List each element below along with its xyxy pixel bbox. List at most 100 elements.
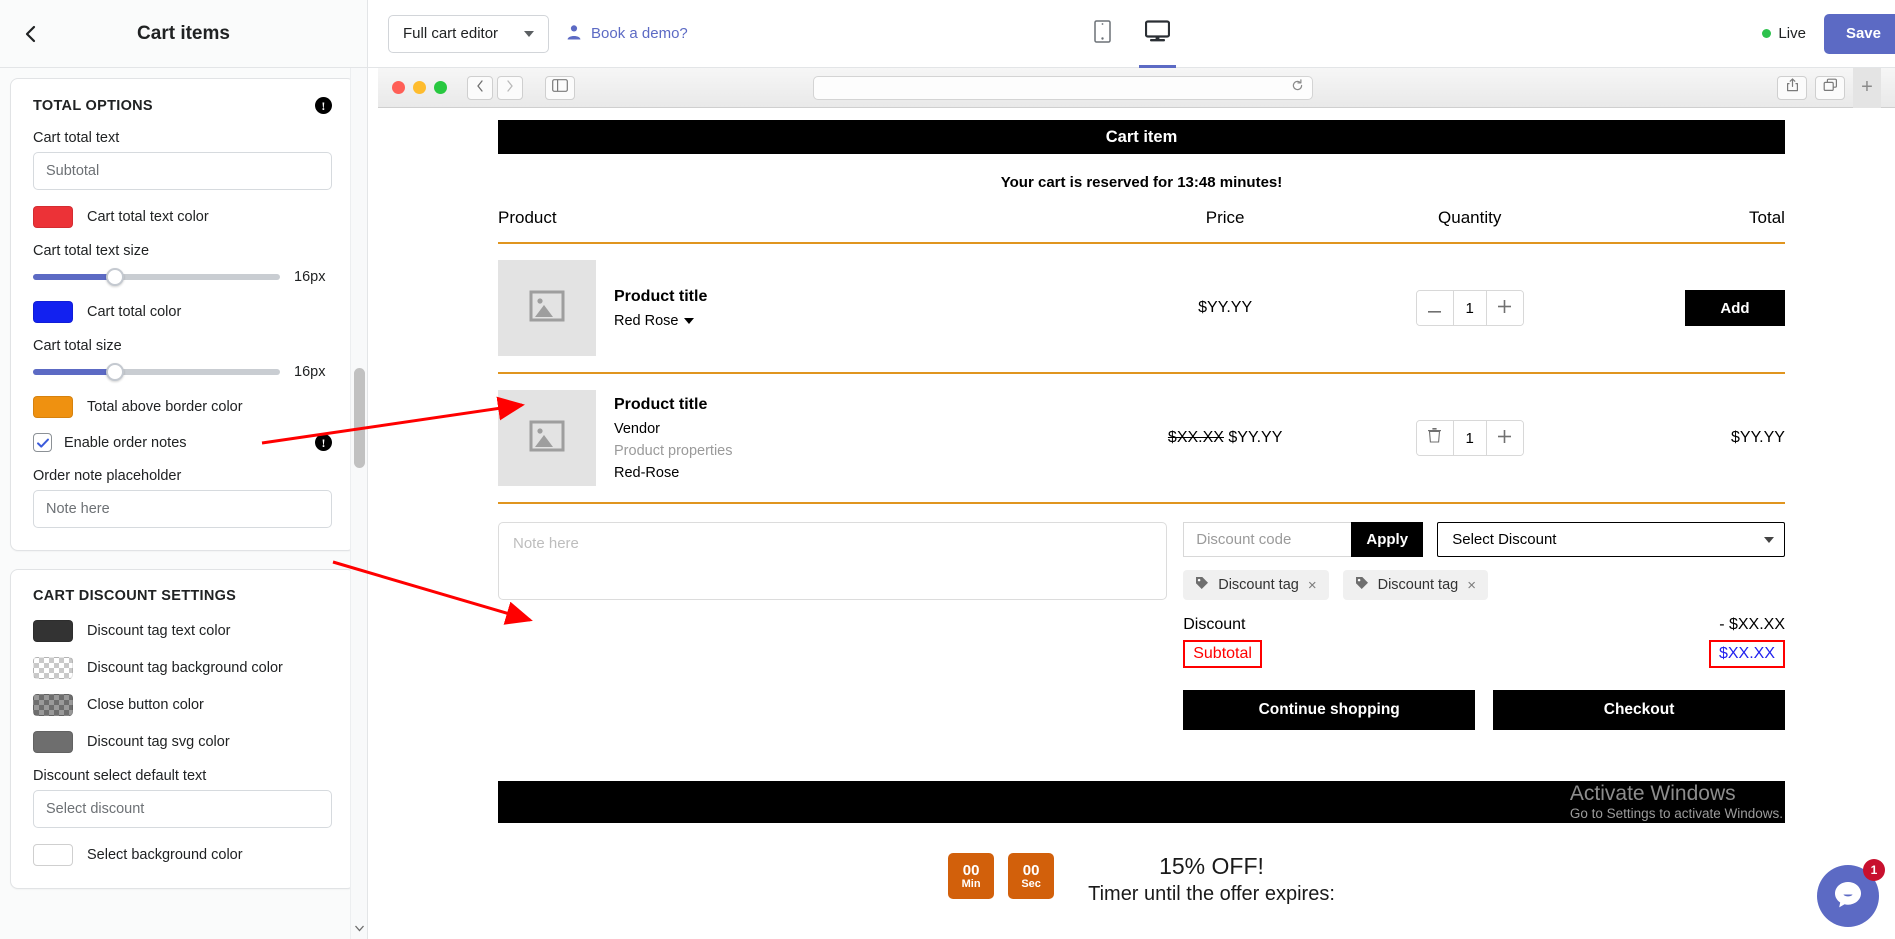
close-button-color-swatch[interactable] (33, 694, 73, 716)
cart-discount-settings-title: CART DISCOUNT SETTINGS (33, 588, 332, 604)
cart-total-text-size-value: 16px (294, 269, 326, 285)
select-background-color-row[interactable]: Select background color (33, 844, 332, 866)
table-row: Product title Red Rose $YY.YY 1 Add (498, 244, 1785, 374)
cart-total-size-slider[interactable] (33, 363, 280, 381)
discount-summary-label: Discount (1183, 616, 1246, 633)
cart-total-text-size-slider[interactable] (33, 268, 280, 286)
discount-select-default-text-input[interactable]: Select discount (33, 790, 332, 828)
remove-item-button[interactable] (1416, 421, 1453, 455)
order-note-placeholder-input[interactable]: Note here (33, 490, 332, 528)
quantity-plus-button[interactable] (1486, 291, 1523, 325)
discount-select-default-text-label: Discount select default text (33, 768, 207, 784)
subtotal-label: Subtotal (1183, 640, 1262, 668)
row-product-cell: Product title Red Rose (498, 260, 1090, 356)
discount-tag-background-color-row[interactable]: Discount tag background color (33, 657, 332, 679)
back-button[interactable] (8, 12, 52, 56)
cart-total-text-color-swatch[interactable] (33, 206, 73, 228)
plus-icon: + (1861, 76, 1873, 98)
offer-subtext: Timer until the offer expires: (1088, 883, 1335, 905)
discount-tag-svg-color-swatch[interactable] (33, 731, 73, 753)
chevron-left-icon (476, 79, 484, 97)
checkout-button[interactable]: Checkout (1493, 690, 1786, 730)
enable-order-notes-info-icon[interactable]: ! (315, 434, 332, 451)
close-icon[interactable]: × (1467, 577, 1476, 594)
select-background-color-swatch[interactable] (33, 844, 73, 866)
desktop-icon (1144, 19, 1170, 48)
sidebar-scroll-area: TOTAL OPTIONS ! Cart total text Subtotal… (0, 68, 367, 939)
product-vendor: Vendor (614, 420, 660, 437)
check-icon (37, 438, 49, 448)
close-icon[interactable]: × (1308, 577, 1317, 594)
column-header-price: Price (1205, 208, 1245, 227)
quantity-value[interactable]: 1 (1452, 291, 1487, 325)
image-placeholder-icon (529, 418, 565, 459)
discount-tag-label: Discount tag (1377, 577, 1459, 593)
quantity-plus-button[interactable] (1486, 421, 1523, 455)
browser-sidebar-toggle-button[interactable] (545, 75, 575, 100)
browser-new-tab-button[interactable]: + (1853, 68, 1881, 108)
total-above-border-color-swatch[interactable] (33, 396, 73, 418)
device-desktop-button[interactable] (1138, 0, 1176, 68)
enable-order-notes-checkbox[interactable] (33, 433, 52, 452)
discount-tag-svg-color-row[interactable]: Discount tag svg color (33, 731, 332, 753)
row-total: $YY.YY (1731, 429, 1785, 446)
quantity-value[interactable]: 1 (1452, 421, 1487, 455)
select-discount-dropdown[interactable]: Select Discount (1437, 522, 1785, 557)
continue-shopping-button[interactable]: Continue shopping (1183, 690, 1476, 730)
discount-tag-text-color-row[interactable]: Discount tag text color (33, 620, 332, 642)
minimize-window-dot-icon[interactable] (413, 81, 426, 94)
countdown-minutes: 00 Min (948, 853, 995, 899)
browser-share-button[interactable] (1777, 75, 1807, 100)
browser-url-bar[interactable] (813, 75, 1313, 100)
cart-total-text-color-row[interactable]: Cart total text color (33, 206, 332, 228)
browser-chrome-bar: + (378, 68, 1895, 108)
cart-total-text-label: Cart total text (33, 130, 120, 146)
cart-discount-settings-title-text: CART DISCOUNT SETTINGS (33, 588, 237, 604)
add-button[interactable]: Add (1684, 290, 1785, 326)
chevron-left-icon (23, 24, 37, 44)
editor-topbar: Full cart editor Book a demo? Live Save (368, 0, 1895, 68)
scroll-down-arrow-icon[interactable] (351, 920, 368, 937)
cart-total-color-row[interactable]: Cart total color (33, 301, 332, 323)
order-note-placeholder-label: Order note placeholder (33, 468, 182, 484)
close-window-dot-icon[interactable] (392, 81, 405, 94)
order-note-textarea[interactable]: Note here (498, 522, 1168, 600)
apply-discount-button[interactable]: Apply (1351, 522, 1424, 557)
device-toggle-group (1088, 0, 1176, 68)
browser-forward-button[interactable] (497, 75, 523, 100)
page-title: Cart items (137, 22, 230, 44)
browser-back-button[interactable] (467, 75, 493, 100)
discount-code-input[interactable]: Discount code (1183, 522, 1352, 557)
close-button-color-row[interactable]: Close button color (33, 694, 332, 716)
cart-total-color-swatch[interactable] (33, 301, 73, 323)
book-a-demo-link[interactable]: Book a demo? (565, 23, 688, 45)
discount-controls-row: Discount code Apply Select Discount (1183, 522, 1785, 557)
slider-knob[interactable] (105, 363, 124, 381)
live-status-label: Live (1778, 25, 1806, 42)
total-options-title-text: TOTAL OPTIONS (33, 97, 153, 114)
sidebar-scrollbar[interactable] (350, 68, 367, 939)
copy-tabs-icon (1823, 78, 1838, 97)
discount-tag-list: Discount tag × Discount tag × (1183, 570, 1785, 600)
product-variant-select[interactable]: Red Rose (614, 313, 707, 329)
image-placeholder-icon (529, 288, 565, 329)
editor-mode-select[interactable]: Full cart editor (388, 14, 550, 53)
discount-tag-background-color-swatch[interactable] (33, 657, 73, 679)
product-variant-label: Red Rose (614, 312, 679, 329)
row-total-cell: Add (1579, 290, 1785, 326)
total-above-border-color-row[interactable]: Total above border color (33, 396, 332, 418)
device-mobile-button[interactable] (1088, 0, 1117, 68)
maximize-window-dot-icon[interactable] (434, 81, 447, 94)
total-options-info-icon[interactable]: ! (315, 97, 332, 114)
save-button[interactable]: Save (1823, 13, 1895, 54)
chat-bubble-icon (1831, 877, 1865, 916)
cart-table-header: Product Price Quantity Total (498, 208, 1785, 244)
discount-tag-text-color-swatch[interactable] (33, 620, 73, 642)
browser-tabs-overview-button[interactable] (1815, 75, 1845, 100)
discount-tag-svg-color-label: Discount tag svg color (87, 734, 230, 750)
slider-knob[interactable] (105, 268, 124, 286)
cart-total-text-input[interactable]: Subtotal (33, 152, 332, 190)
quantity-minus-button[interactable] (1416, 291, 1453, 325)
sidebar-scrollbar-thumb[interactable] (354, 368, 365, 468)
reload-icon[interactable] (1291, 78, 1304, 97)
